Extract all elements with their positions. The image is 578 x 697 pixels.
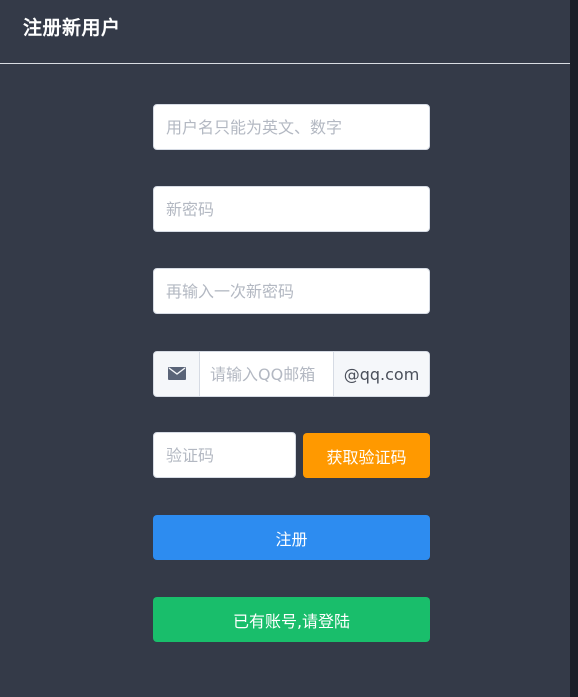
email-input[interactable] — [200, 352, 333, 396]
mail-icon — [167, 365, 186, 384]
verification-code-input[interactable] — [153, 432, 296, 478]
page-header: 注册新用户 — [0, 0, 570, 64]
get-code-button[interactable]: 获取验证码 — [303, 433, 430, 478]
confirm-password-input[interactable] — [153, 268, 430, 314]
page-title: 注册新用户 — [23, 17, 121, 39]
login-button[interactable]: 已有账号,请登陆 — [153, 597, 430, 642]
email-prefix — [154, 352, 200, 396]
username-input[interactable] — [153, 104, 430, 150]
new-password-input[interactable] — [153, 186, 430, 232]
email-suffix: @qq.com — [333, 352, 429, 396]
email-field-group: @qq.com — [153, 351, 430, 397]
register-panel: 注册新用户 @qq.com 获取验证码 注册 已有账号,请登陆 — [0, 0, 570, 697]
register-button[interactable]: 注册 — [153, 515, 430, 560]
